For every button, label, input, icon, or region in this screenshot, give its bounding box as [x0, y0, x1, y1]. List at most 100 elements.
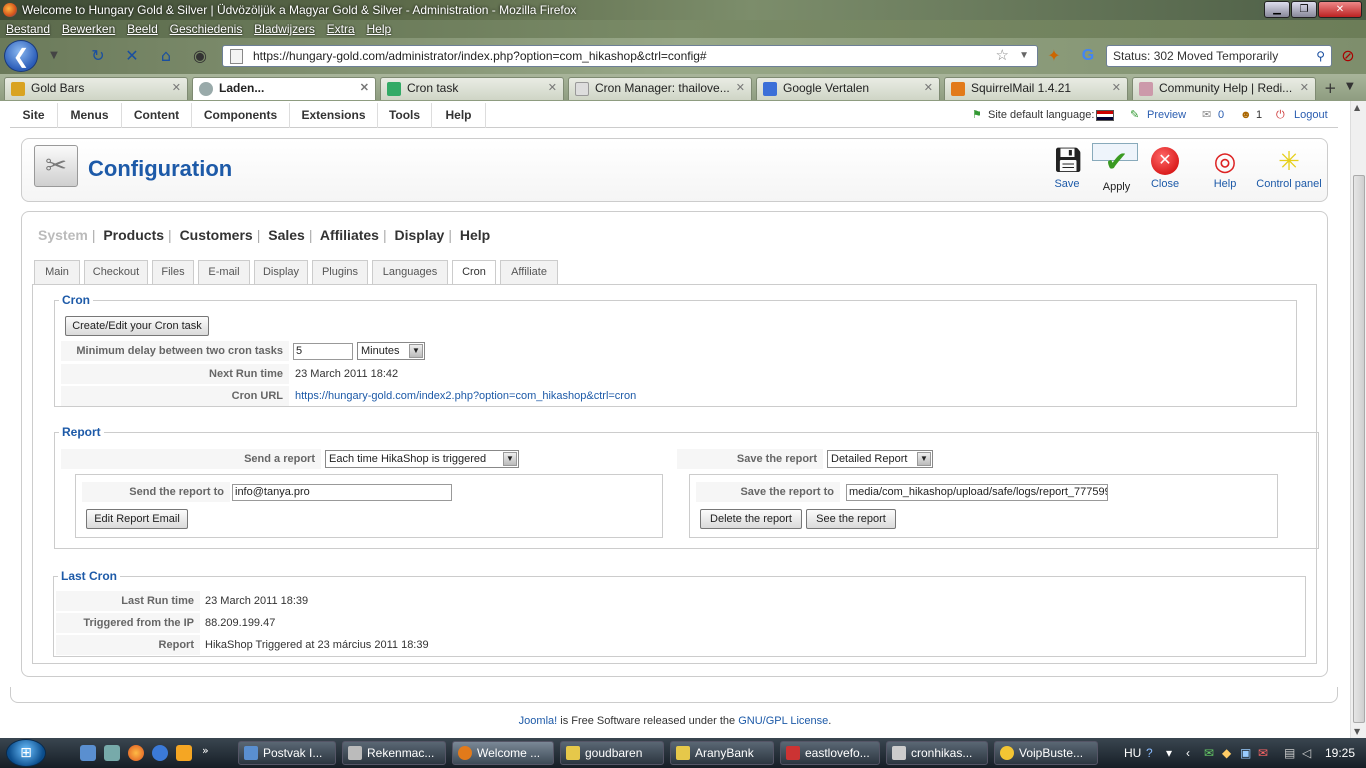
- close-tab-icon[interactable]: ✕: [1112, 78, 1121, 99]
- nav-sales[interactable]: Sales: [268, 227, 305, 243]
- taskbar-item[interactable]: goudbaren: [560, 741, 664, 765]
- nav-customers[interactable]: Customers: [180, 227, 253, 243]
- taskbar-item[interactable]: eastlovefo...: [780, 741, 880, 765]
- clock[interactable]: 19:25: [1325, 738, 1355, 768]
- minimize-button[interactable]: ▁: [1264, 1, 1290, 18]
- close-tab-icon[interactable]: ✕: [736, 78, 745, 99]
- menu-extra[interactable]: Extra: [327, 20, 355, 38]
- menu-bestand[interactable]: Bestand: [6, 20, 50, 38]
- reload-icon[interactable]: ↻: [88, 46, 108, 66]
- menu-bladwijzers[interactable]: Bladwijzers: [254, 20, 315, 38]
- tray-mail-icon[interactable]: ✉: [1204, 738, 1214, 768]
- language-indicator[interactable]: HU: [1124, 738, 1141, 768]
- messages-count[interactable]: 0: [1218, 103, 1224, 128]
- addon-misc-icon[interactable]: ⊘: [1338, 46, 1358, 66]
- search-icon[interactable]: ⚲: [1316, 46, 1325, 66]
- browser-tab[interactable]: Community Help | Redi... ✕: [1132, 77, 1316, 100]
- browser-tab-active[interactable]: Laden... ✕: [192, 77, 376, 100]
- save-report-to-input[interactable]: media/com_hikashop/upload/safe/logs/repo…: [846, 484, 1108, 501]
- ie-icon[interactable]: [152, 745, 168, 761]
- tab-languages[interactable]: Languages: [372, 260, 448, 284]
- nav-affiliates[interactable]: Affiliates: [320, 227, 379, 243]
- close-tab-icon[interactable]: ✕: [360, 78, 369, 99]
- close-tab-icon[interactable]: ✕: [548, 78, 557, 99]
- control-panel-button[interactable]: ✳ Control panel: [1254, 143, 1324, 195]
- gpl-license-link[interactable]: GNU/GPL License: [738, 715, 828, 727]
- tab-list-icon[interactable]: ▼: [1346, 81, 1354, 92]
- new-tab-icon[interactable]: +: [1324, 79, 1337, 97]
- addon-bird-icon[interactable]: ✦: [1044, 46, 1064, 66]
- apply-button[interactable]: ✔ Apply: [1092, 143, 1138, 193]
- help-tray-icon[interactable]: ?: [1146, 738, 1153, 768]
- browser-tab[interactable]: Cron Manager: thailove... ✕: [568, 77, 752, 100]
- tray-app-icon[interactable]: ◆: [1222, 738, 1231, 768]
- tray-app2-icon[interactable]: ▣: [1240, 738, 1251, 768]
- url-bar[interactable]: https://hungary-gold.com/administrator/i…: [222, 45, 1038, 67]
- nav-display[interactable]: Display: [395, 227, 445, 243]
- tray-dropdown-icon[interactable]: ▾: [1166, 738, 1172, 768]
- scroll-down-icon[interactable]: ▼: [1354, 727, 1360, 736]
- joomla-link[interactable]: Joomla!: [519, 715, 558, 727]
- taskbar-item[interactable]: AranyBank: [670, 741, 774, 765]
- home-icon[interactable]: ⌂: [156, 46, 176, 66]
- status-field[interactable]: Status: 302 Moved Temporarily ⚲: [1106, 45, 1332, 67]
- bookmark-star-icon[interactable]: ☆: [996, 46, 1009, 66]
- help-button[interactable]: ◎ Help: [1202, 143, 1248, 195]
- create-edit-cron-button[interactable]: Create/Edit your Cron task: [65, 316, 209, 336]
- media-icon[interactable]: [176, 745, 192, 761]
- stop-icon[interactable]: ✕: [122, 46, 142, 66]
- addon-icon[interactable]: ◉: [190, 46, 210, 66]
- send-report-to-input[interactable]: info@tanya.pro: [232, 484, 452, 501]
- scroll-up-icon[interactable]: ▲: [1354, 103, 1360, 112]
- min-delay-input[interactable]: 5: [293, 343, 353, 360]
- tab-main[interactable]: Main: [34, 260, 80, 284]
- close-tab-icon[interactable]: ✕: [172, 78, 181, 99]
- nav-products[interactable]: Products: [103, 227, 164, 243]
- network-icon[interactable]: ▤: [1284, 738, 1295, 768]
- tab-plugins[interactable]: Plugins: [312, 260, 368, 284]
- taskbar-item[interactable]: VoipBuste...: [994, 741, 1098, 765]
- url-dropdown-icon[interactable]: ▼: [1019, 46, 1029, 66]
- browser-tab[interactable]: Google Vertalen ✕: [756, 77, 940, 100]
- menu-bewerken[interactable]: Bewerken: [62, 20, 115, 38]
- firefox-quicklaunch-icon[interactable]: [128, 745, 144, 761]
- page-scrollbar[interactable]: ▲ ▼: [1350, 101, 1366, 738]
- see-report-button[interactable]: See the report: [806, 509, 896, 529]
- min-delay-unit-select[interactable]: Minutes ▼: [357, 342, 425, 360]
- tab-cron[interactable]: Cron: [452, 260, 496, 285]
- tab-checkout[interactable]: Checkout: [84, 260, 148, 284]
- scrollbar-thumb[interactable]: [1353, 175, 1365, 723]
- menu-site[interactable]: Site: [10, 103, 58, 128]
- show-desktop-icon[interactable]: [80, 745, 96, 761]
- menu-geschiedenis[interactable]: Geschiedenis: [170, 20, 243, 38]
- menu-help[interactable]: Help: [367, 20, 392, 38]
- preview-link[interactable]: Preview: [1147, 103, 1186, 128]
- taskbar-item-active[interactable]: Welcome ...: [452, 741, 554, 765]
- browser-tab[interactable]: Gold Bars ✕: [4, 77, 188, 100]
- close-window-button[interactable]: ✕: [1318, 1, 1362, 18]
- menu-tools[interactable]: Tools: [378, 103, 432, 128]
- browser-tab[interactable]: Cron task ✕: [380, 77, 564, 100]
- explorer-icon[interactable]: [104, 745, 120, 761]
- history-dropdown-icon[interactable]: ▼: [44, 46, 64, 66]
- close-tab-icon[interactable]: ✕: [924, 78, 933, 99]
- cron-url-link[interactable]: https://hungary-gold.com/index2.php?opti…: [295, 386, 636, 406]
- google-search-icon[interactable]: G: [1078, 46, 1098, 66]
- back-button[interactable]: ❮: [4, 40, 38, 72]
- send-report-select[interactable]: Each time HikaShop is triggered ▼: [325, 450, 519, 468]
- tab-display[interactable]: Display: [254, 260, 308, 284]
- menu-menus[interactable]: Menus: [58, 103, 122, 128]
- logout-link[interactable]: Logout: [1294, 103, 1328, 128]
- menu-components[interactable]: Components: [192, 103, 290, 128]
- taskbar-item[interactable]: cronhikas...: [886, 741, 988, 765]
- close-tab-icon[interactable]: ✕: [1300, 78, 1309, 99]
- quicklaunch-more-icon[interactable]: »: [202, 744, 209, 757]
- delete-report-button[interactable]: Delete the report: [700, 509, 802, 529]
- tab-affiliate[interactable]: Affiliate: [500, 260, 558, 284]
- menu-content[interactable]: Content: [122, 103, 192, 128]
- start-button[interactable]: ⊞: [6, 739, 46, 767]
- menu-beeld[interactable]: Beeld: [127, 20, 158, 38]
- taskbar-item[interactable]: Rekenmac...: [342, 741, 446, 765]
- save-report-select[interactable]: Detailed Report ▼: [827, 450, 933, 468]
- menu-extensions[interactable]: Extensions: [290, 103, 378, 128]
